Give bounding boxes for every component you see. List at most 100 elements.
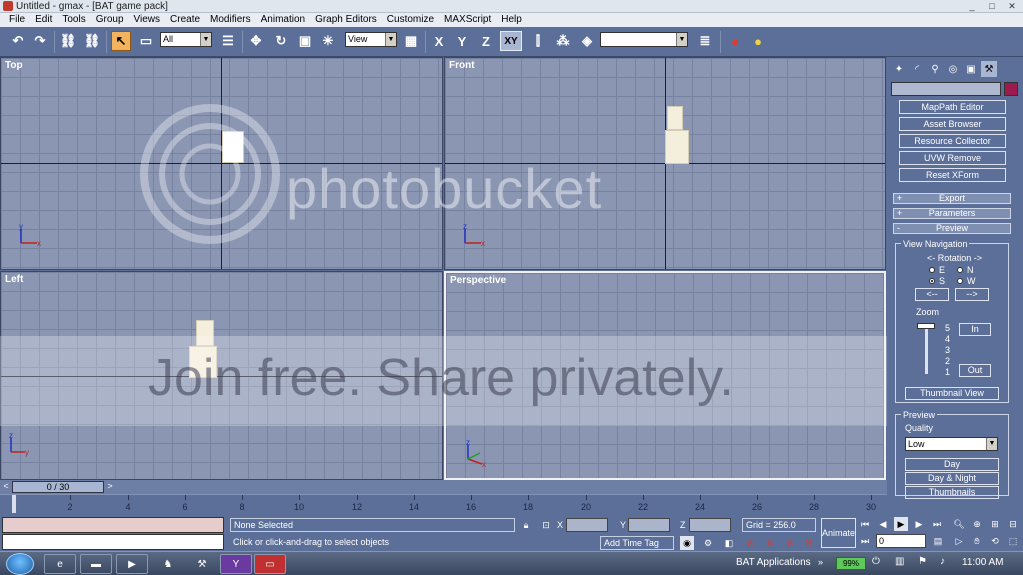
building-object-front-base[interactable]: [665, 130, 689, 164]
menu-file[interactable]: File: [4, 13, 30, 27]
viewport-perspective[interactable]: Perspective z x: [444, 271, 886, 480]
day-night-button[interactable]: Day & Night: [905, 472, 999, 485]
maximize-viewport-icon[interactable]: ⬚: [1006, 534, 1020, 548]
rotate-left-button[interactable]: <--: [915, 288, 949, 301]
select-object-icon[interactable]: ↖: [111, 31, 131, 51]
animate-button[interactable]: Animate: [821, 518, 856, 548]
y-coord-field[interactable]: [628, 518, 670, 532]
asset-browser-button[interactable]: Asset Browser: [899, 117, 1006, 131]
rollout-preview[interactable]: - Preview: [893, 223, 1011, 234]
create-tab-icon[interactable]: ✦: [891, 61, 907, 77]
building-object-left-base[interactable]: [189, 346, 217, 378]
explorer-folder-icon[interactable]: ▬: [80, 554, 112, 574]
key-mode-icon[interactable]: ⏭: [858, 534, 872, 548]
maxscript-listener-input[interactable]: [2, 534, 224, 550]
menu-help[interactable]: Help: [496, 13, 527, 27]
viewport-label-perspective[interactable]: Perspective: [450, 275, 506, 286]
current-frame-field[interactable]: 0: [876, 534, 926, 548]
viewport-label-front[interactable]: Front: [449, 60, 475, 71]
menu-maxscript[interactable]: MAXScript: [439, 13, 496, 27]
thumbnail-view-button[interactable]: Thumbnail View: [905, 387, 999, 400]
track-bar[interactable]: 2 4 6 8 10 12 14 16 18 20 22 24 26 28 30: [0, 494, 887, 514]
material-editor-icon[interactable]: ●: [725, 31, 745, 51]
select-and-link-icon[interactable]: ⛓: [58, 31, 78, 51]
zoom-extents-icon[interactable]: ⊞: [988, 517, 1002, 531]
viewport-left[interactable]: Left z y: [0, 271, 443, 480]
use-pivot-icon[interactable]: ▦: [401, 31, 421, 51]
next-frame-icon[interactable]: ▶: [912, 517, 926, 531]
radio-e[interactable]: [929, 267, 935, 273]
network-icon[interactable]: ▥: [895, 556, 909, 570]
motion-tab-icon[interactable]: ◎: [945, 61, 961, 77]
reference-coordinate-dropdown[interactable]: View ▼: [345, 32, 397, 47]
uvw-remove-button[interactable]: UVW Remove: [899, 151, 1006, 165]
zoom-out-button[interactable]: Out: [959, 364, 991, 377]
go-to-start-icon[interactable]: ⏮: [858, 517, 872, 531]
quality-dropdown[interactable]: Low ▼: [905, 437, 998, 451]
volume-icon[interactable]: ♪: [940, 556, 954, 570]
battery-indicator[interactable]: 99%: [836, 557, 866, 570]
display-tab-icon[interactable]: ▣: [963, 61, 979, 77]
angle-snap-icon[interactable]: ◧: [722, 536, 736, 550]
restrict-x-button[interactable]: X: [429, 31, 449, 51]
selection-filter-dropdown[interactable]: All ▼: [160, 32, 212, 47]
field-of-view-icon[interactable]: ▷: [952, 534, 966, 548]
zoom-in-button[interactable]: In: [959, 323, 991, 336]
lock-selection-icon[interactable]: 🔒︎: [519, 518, 533, 532]
maxscript-listener-output[interactable]: [2, 517, 224, 533]
edit-named-selections-icon[interactable]: ℵ: [783, 536, 797, 550]
move-icon[interactable]: ✥: [246, 31, 266, 51]
power-plug-icon[interactable]: ⏻: [872, 556, 886, 570]
menu-animation[interactable]: Animation: [256, 13, 310, 27]
tray-expand-icon[interactable]: »: [818, 557, 823, 567]
zoom-slider-track[interactable]: [925, 324, 928, 374]
undo-icon[interactable]: ↶: [8, 31, 28, 51]
start-button[interactable]: [6, 553, 34, 575]
zoom-all-icon[interactable]: ⊕: [970, 517, 984, 531]
maximize-button[interactable]: □: [983, 0, 1001, 12]
thumbnails-button[interactable]: Thumbnails: [905, 486, 999, 499]
layers-icon[interactable]: ≣: [695, 31, 715, 51]
yahoo-icon[interactable]: Y: [220, 554, 252, 574]
tray-app-label[interactable]: BAT Applications: [736, 557, 811, 568]
rollout-parameters[interactable]: + Parameters: [893, 208, 1011, 219]
menu-group[interactable]: Group: [91, 13, 129, 27]
align-icon[interactable]: ◈: [577, 31, 597, 51]
spinner-snap-icon[interactable]: ℵ: [763, 536, 777, 550]
slider-prev-icon[interactable]: <: [1, 481, 11, 493]
building-object-front-top[interactable]: [667, 106, 683, 130]
mirror-icon[interactable]: ⫿: [528, 31, 548, 51]
media-player-icon[interactable]: ▶: [116, 554, 148, 574]
pivot-center-icon[interactable]: ✳: [318, 31, 338, 51]
menu-modifiers[interactable]: Modifiers: [205, 13, 256, 27]
zoom-icon[interactable]: 🔍︎: [952, 517, 966, 531]
time-slider[interactable]: < 0 / 30 >: [0, 480, 887, 494]
clock[interactable]: 11:00 AM: [962, 557, 1004, 568]
mappath-editor-button[interactable]: MapPath Editor: [899, 100, 1006, 114]
select-by-name-icon[interactable]: ☰: [218, 31, 238, 51]
viewport-top[interactable]: Top y x: [0, 57, 443, 270]
action-center-icon[interactable]: ⚑: [918, 556, 932, 570]
building-object-top[interactable]: [222, 131, 244, 163]
close-button[interactable]: ✕: [1003, 0, 1021, 12]
absolute-mode-icon[interactable]: ⊡: [539, 518, 553, 532]
rollout-export[interactable]: + Export: [893, 193, 1011, 204]
scale-icon[interactable]: ▣: [295, 31, 315, 51]
add-time-tag-button[interactable]: Add Time Tag: [600, 536, 674, 550]
zoom-slider-thumb[interactable]: [917, 323, 935, 329]
menu-customize[interactable]: Customize: [382, 13, 439, 27]
day-button[interactable]: Day: [905, 458, 999, 471]
resource-collector-button[interactable]: Resource Collector: [899, 134, 1006, 148]
time-slider-thumb[interactable]: 0 / 30: [12, 481, 104, 493]
x-coord-field[interactable]: [566, 518, 608, 532]
unlink-selection-icon[interactable]: ⛓: [82, 31, 102, 51]
viewport-label-left[interactable]: Left: [5, 274, 23, 285]
viewport-front[interactable]: Front z x: [444, 57, 886, 270]
zoom-extents-all-icon[interactable]: ⊟: [1006, 517, 1020, 531]
menu-create[interactable]: Create: [165, 13, 205, 27]
region-select-icon[interactable]: ▭: [136, 31, 156, 51]
rotate-right-button[interactable]: -->: [955, 288, 989, 301]
radio-s[interactable]: [929, 278, 935, 284]
building-object-left-top[interactable]: [196, 320, 214, 346]
menu-views[interactable]: Views: [129, 13, 166, 27]
